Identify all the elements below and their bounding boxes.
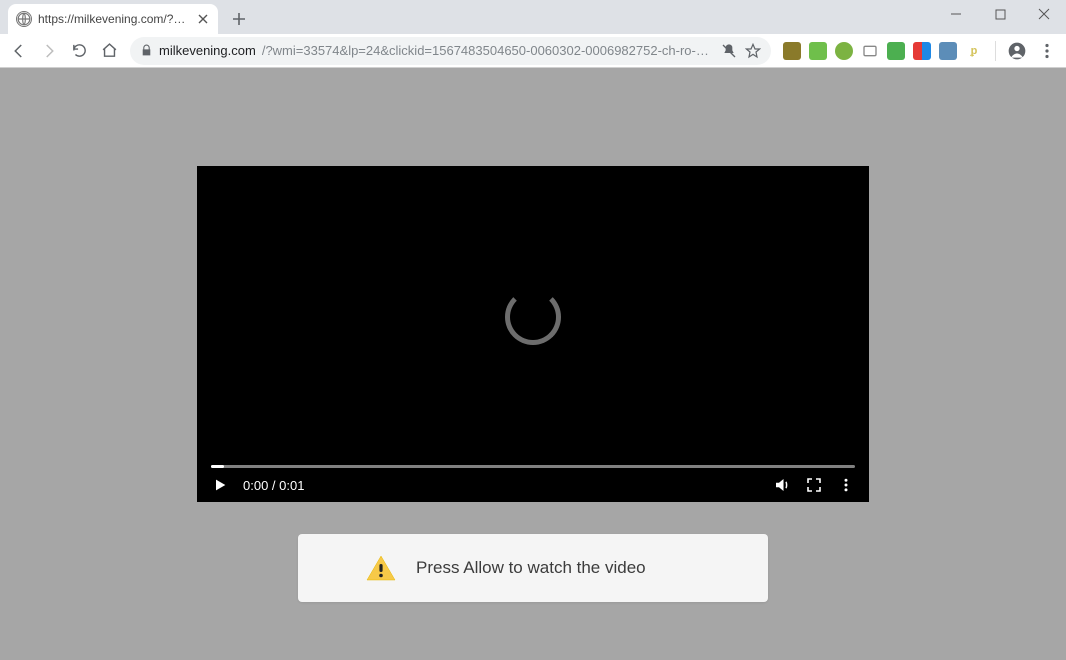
loading-spinner-icon <box>505 289 561 345</box>
browser-toolbar: milkevening.com /?wmi=33574&lp=24&clickid… <box>0 34 1066 68</box>
fullscreen-button[interactable] <box>805 476 823 494</box>
reload-button[interactable] <box>66 38 92 64</box>
toolbar-divider <box>995 41 996 61</box>
lock-icon <box>140 44 153 57</box>
tab-title: https://milkevening.com/?wmi= <box>38 12 190 26</box>
play-button[interactable] <box>211 476 229 494</box>
menu-button[interactable] <box>1034 38 1060 64</box>
banner-message: Press Allow to watch the video <box>416 558 646 578</box>
bookmark-star-icon[interactable] <box>745 43 761 59</box>
video-time-current: 0:00 <box>243 478 268 493</box>
extension-icon[interactable] <box>809 42 827 60</box>
video-menu-button[interactable] <box>837 476 855 494</box>
new-tab-button[interactable] <box>226 6 252 32</box>
globe-icon <box>16 11 32 27</box>
page-content: 0:00 / 0:01 Press Allow to watch the vid… <box>0 68 1066 660</box>
extension-icon[interactable] <box>913 42 931 60</box>
warning-icon <box>366 555 396 581</box>
close-icon[interactable] <box>196 12 210 26</box>
forward-button[interactable] <box>36 38 62 64</box>
browser-tab[interactable]: https://milkevening.com/?wmi= <box>8 4 218 34</box>
window-controls <box>934 0 1066 30</box>
volume-button[interactable] <box>773 476 791 494</box>
video-time: 0:00 / 0:01 <box>243 478 304 493</box>
video-player[interactable]: 0:00 / 0:01 <box>197 166 869 502</box>
extension-icon[interactable] <box>835 42 853 60</box>
profile-button[interactable] <box>1004 38 1030 64</box>
browser-titlebar: https://milkevening.com/?wmi= <box>0 0 1066 34</box>
extensions-row: ᵱ <box>783 42 983 60</box>
extension-icon[interactable] <box>783 42 801 60</box>
back-button[interactable] <box>6 38 32 64</box>
extension-icon[interactable] <box>939 42 957 60</box>
extension-icon[interactable]: ᵱ <box>965 42 983 60</box>
extension-icon[interactable] <box>887 42 905 60</box>
maximize-button[interactable] <box>978 0 1022 28</box>
window-close-button[interactable] <box>1022 0 1066 28</box>
home-button[interactable] <box>96 38 122 64</box>
video-progress-bar[interactable] <box>211 465 855 468</box>
url-host: milkevening.com <box>159 43 256 58</box>
allow-banner: Press Allow to watch the video <box>298 534 768 602</box>
minimize-button[interactable] <box>934 0 978 28</box>
extension-icon[interactable] <box>861 42 879 60</box>
address-bar[interactable]: milkevening.com /?wmi=33574&lp=24&clickid… <box>130 37 771 65</box>
video-controls: 0:00 / 0:01 <box>211 476 855 494</box>
video-time-total: 0:01 <box>279 478 304 493</box>
url-path: /?wmi=33574&lp=24&clickid=1567483504650-… <box>262 43 715 58</box>
notification-muted-icon[interactable] <box>721 43 737 59</box>
